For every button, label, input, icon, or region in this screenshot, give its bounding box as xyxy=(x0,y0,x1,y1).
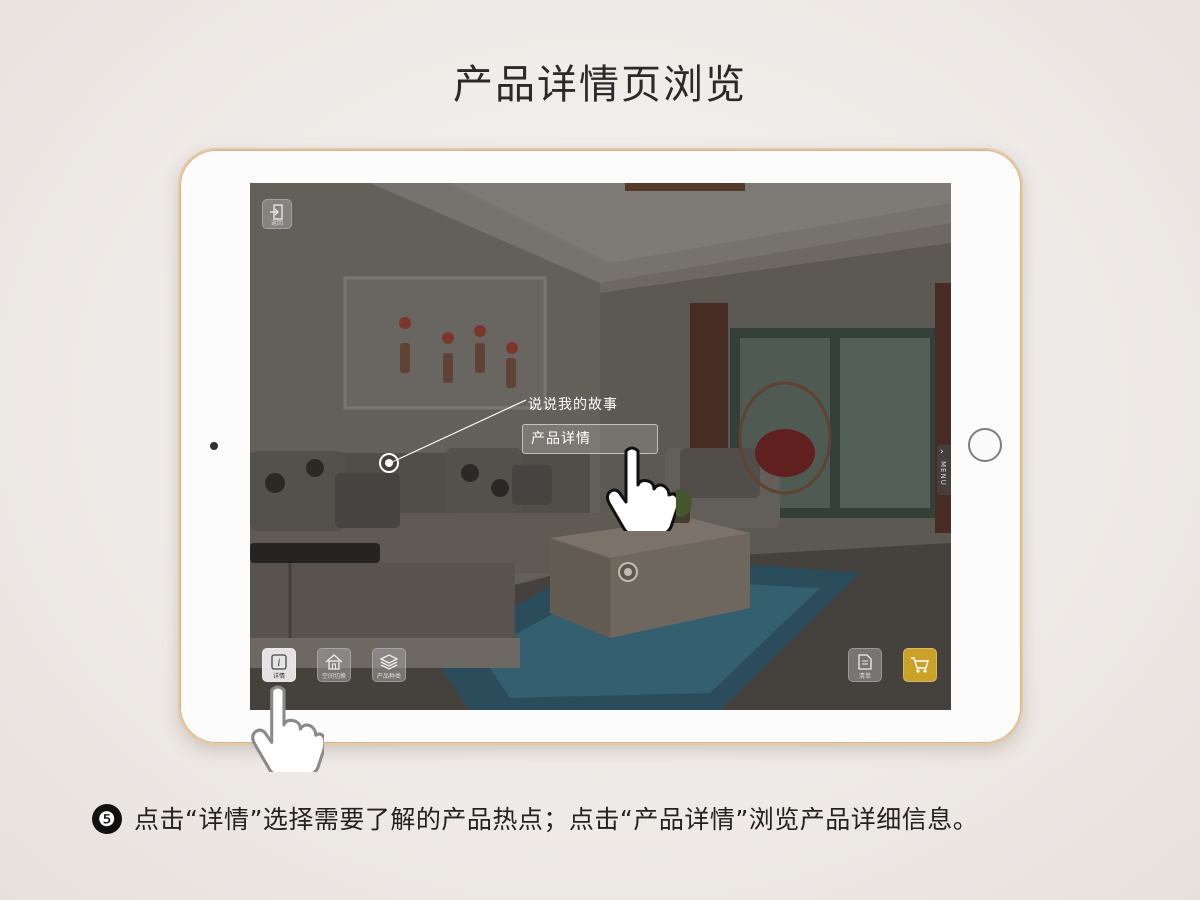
hotspot-coffee-table[interactable] xyxy=(618,562,638,582)
toolbar-cart-button[interactable] xyxy=(903,648,937,682)
exit-button-label: 返回 xyxy=(270,220,283,227)
document-icon xyxy=(858,654,872,670)
step-number-badge: ❺ xyxy=(92,804,122,834)
toolbar-space-button[interactable]: 空间切换 xyxy=(317,648,351,682)
home-button[interactable] xyxy=(968,428,1002,462)
info-icon: i xyxy=(271,654,287,670)
instruction-caption: ❺ 点击“详情”选择需要了解的产品热点；点击“产品详情”浏览产品详细信息。 xyxy=(92,800,1192,836)
product-detail-label: 产品详情 xyxy=(531,431,591,447)
svg-text:i: i xyxy=(277,658,280,669)
cart-icon xyxy=(911,657,929,673)
toolbar-product-type-button[interactable]: 产品种类 xyxy=(372,648,406,682)
house-icon xyxy=(325,654,343,670)
chevron-right-icon: › xyxy=(940,447,944,457)
hotspot-sofa[interactable] xyxy=(379,453,399,473)
story-label[interactable]: 说说我的故事 xyxy=(522,391,624,417)
page-title: 产品详情页浏览 xyxy=(453,62,747,108)
toolbar-product-type-label: 产品种类 xyxy=(376,673,401,680)
exit-button[interactable]: 返回 xyxy=(262,199,292,229)
layers-icon xyxy=(380,654,398,670)
toolbar-list-button[interactable]: 清单 xyxy=(848,648,882,682)
toolbar-details-button[interactable]: i 详情 xyxy=(262,648,296,682)
toolbar-details-label: 详情 xyxy=(272,673,285,680)
side-menu-label: MENU xyxy=(939,461,947,486)
toolbar-list-label: 清单 xyxy=(858,673,871,680)
pointing-hand-icon xyxy=(251,685,324,772)
front-camera xyxy=(210,442,218,450)
toolbar-space-label: 空间切换 xyxy=(321,673,346,680)
caption-text: 点击“详情”选择需要了解的产品热点；点击“产品详情”浏览产品详细信息。 xyxy=(134,805,979,834)
side-menu-tab[interactable]: › MENU xyxy=(937,445,951,495)
pointing-hand-icon xyxy=(605,446,676,531)
